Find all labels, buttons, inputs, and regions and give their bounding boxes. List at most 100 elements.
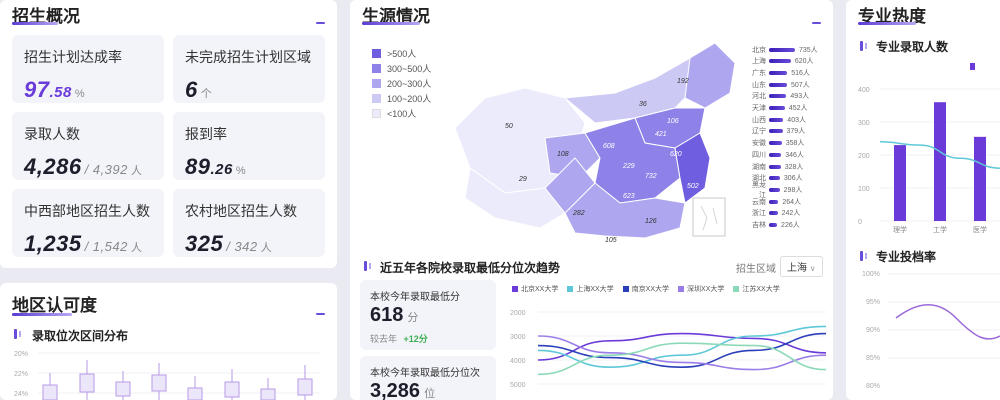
bar bbox=[934, 102, 946, 221]
ranking-row: 广东 516人 bbox=[748, 67, 818, 78]
legend-item: 上海XX大学 bbox=[567, 284, 614, 294]
legend-item: <100人 bbox=[372, 107, 416, 120]
compare-row: 较去年 +12分 bbox=[370, 334, 428, 344]
ranking-bar bbox=[769, 94, 787, 99]
ranking-value: 507人 bbox=[790, 81, 810, 89]
legend-swatch bbox=[512, 286, 518, 292]
ranking-row: 天津 452人 bbox=[748, 103, 818, 114]
ranking-row: 云南 264人 bbox=[748, 196, 818, 207]
ranking-value: 735人 bbox=[799, 46, 818, 54]
min-rank-card: 本校今年录取最低分位次 3,286 位 bbox=[360, 356, 496, 400]
map-value-label: 282 bbox=[572, 210, 585, 217]
province-ranking: 北京 735人 上海 620人 广东 516人 山东 507人 河北 493人 天津 452人 山西 40… bbox=[748, 44, 828, 234]
map-region-northeast bbox=[684, 42, 736, 109]
student-source-panel: 生源情况 >500人 300~500人 200~300人 100~200人 <1… bbox=[350, 0, 833, 400]
boxplot-marks bbox=[42, 360, 313, 400]
legend-item: 南京XX大学 bbox=[622, 284, 669, 294]
stat-value: 325/ 342 人 bbox=[185, 231, 273, 256]
ranking-name: 安徽 bbox=[752, 140, 766, 148]
stat-value: 1,235/ 1,542 人 bbox=[24, 231, 143, 256]
y-tick-label: 20% bbox=[14, 351, 28, 358]
ranking-row: 安徽 358人 bbox=[748, 138, 818, 149]
title-underline-dot bbox=[812, 22, 821, 24]
region-select[interactable]: 上海 ∨ bbox=[780, 256, 823, 277]
ranking-value: 358人 bbox=[785, 140, 805, 148]
bar bbox=[894, 145, 906, 221]
ranking-name: 辽宁 bbox=[752, 128, 766, 136]
ranking-row: 北京 735人 bbox=[748, 44, 818, 55]
y-tick-label: 0 bbox=[858, 219, 862, 226]
ranking-bar bbox=[769, 223, 778, 227]
legend-item: 300~500人 bbox=[372, 62, 431, 75]
ranking-bar bbox=[769, 211, 778, 216]
ranking-name: 北京 bbox=[752, 46, 766, 54]
section-title: 录取位次区间分布 bbox=[32, 329, 129, 343]
map-value-label: 502 bbox=[687, 183, 699, 190]
y-tick-label: 300 bbox=[858, 120, 870, 127]
title-underline bbox=[858, 22, 916, 25]
map-value-label: 732 bbox=[645, 173, 657, 180]
ranking-bar bbox=[769, 152, 782, 157]
ranking-name: 浙江 bbox=[752, 210, 766, 218]
y-tick-label: 3000 bbox=[510, 334, 526, 341]
stat-value: 97.58% bbox=[24, 77, 86, 102]
x-tick-label: 医学 bbox=[973, 225, 987, 234]
legend-swatch bbox=[622, 286, 629, 292]
stat-label: 中西部地区招生人数 bbox=[24, 203, 150, 219]
legend-item: >500人 bbox=[372, 47, 416, 60]
enrollment-overview-panel: 招生概况 招生计划达成率 97.58% 未完成招生计划区域 6个 录取人数 4,… bbox=[0, 0, 337, 268]
map-value-label: 192 bbox=[677, 78, 689, 85]
stat-label: 招生计划达成率 bbox=[24, 49, 122, 65]
ranking-bar bbox=[769, 187, 780, 192]
legend-item: 江苏XX大学 bbox=[733, 284, 780, 294]
legend-swatch bbox=[372, 64, 381, 73]
ranking-row: 湖南 328人 bbox=[748, 161, 818, 172]
trend-line-chart: 2000 3000 4000 5000 bbox=[510, 310, 827, 389]
stat-card-report-rate: 报到率 89.26% bbox=[173, 112, 325, 180]
legend-item: 北京XX大学 bbox=[512, 284, 558, 294]
legend-swatch bbox=[372, 49, 381, 58]
stat-value: 89.26% bbox=[185, 154, 247, 179]
y-tick-label: 100 bbox=[858, 186, 870, 193]
stat-card-midwest: 中西部地区招生人数 1,235/ 1,542 人 bbox=[12, 189, 164, 257]
title-underline bbox=[12, 22, 58, 25]
stat-label: 本校今年录取最低分位次 bbox=[370, 368, 480, 379]
legend-item: 深圳XX大学 bbox=[678, 284, 724, 294]
title-underline bbox=[362, 22, 420, 25]
ranking-name: 云南 bbox=[752, 198, 766, 206]
ranking-value: 264人 bbox=[782, 198, 802, 206]
ranking-value: 379人 bbox=[786, 128, 806, 136]
ranking-bar bbox=[769, 164, 781, 169]
y-tick-label: 95% bbox=[866, 299, 880, 306]
legend-swatch bbox=[372, 109, 381, 118]
ranking-bar bbox=[769, 117, 784, 122]
map-value-label: 108 bbox=[557, 151, 569, 158]
section-marker-icon bbox=[364, 261, 371, 271]
ranking-name: 河北 bbox=[752, 93, 766, 101]
ranking-value: 242人 bbox=[781, 210, 801, 218]
region-recognition-panel: 地区认可度 录取位次区间分布 20% 22% 24% bbox=[0, 283, 337, 400]
y-tick-label: 200 bbox=[858, 153, 870, 160]
pitch-rate-chart: 100% 95% 90% 85% 80% bbox=[862, 271, 1000, 390]
chevron-down-icon: ∨ bbox=[809, 264, 816, 273]
ranking-name: 吉林 bbox=[752, 222, 766, 229]
china-map: 192 50 36 108 29 106 608 229 421 620 732… bbox=[454, 42, 736, 244]
ranking-row: 辽宁 379人 bbox=[748, 126, 818, 137]
ranking-value: 226人 bbox=[781, 222, 800, 229]
stat-card-unfinished-regions: 未完成招生计划区域 6个 bbox=[173, 35, 325, 103]
y-tick-label: 90% bbox=[866, 327, 880, 334]
legend-swatch bbox=[372, 79, 381, 88]
map-value-label: 620 bbox=[670, 151, 682, 158]
ranking-row: 山西 403人 bbox=[748, 114, 818, 125]
stat-label: 农村地区招生人数 bbox=[185, 203, 297, 219]
legend-swatch bbox=[733, 286, 740, 292]
stat-value: 4,286/ 4,392 人 bbox=[24, 154, 143, 179]
x-tick-label: 理学 bbox=[893, 225, 907, 234]
major-popularity-panel: 专业热度 专业录取人数 400 300 200 100 0 理学 工学 医学 专业投档率 1… bbox=[846, 0, 1000, 400]
stat-value: 6个 bbox=[185, 77, 213, 102]
y-tick-label: 5000 bbox=[510, 382, 526, 389]
legend-swatch bbox=[567, 286, 574, 292]
ranking-bar bbox=[769, 47, 795, 52]
y-tick-label: 400 bbox=[858, 87, 870, 94]
ranking-name: 湖南 bbox=[752, 163, 766, 171]
